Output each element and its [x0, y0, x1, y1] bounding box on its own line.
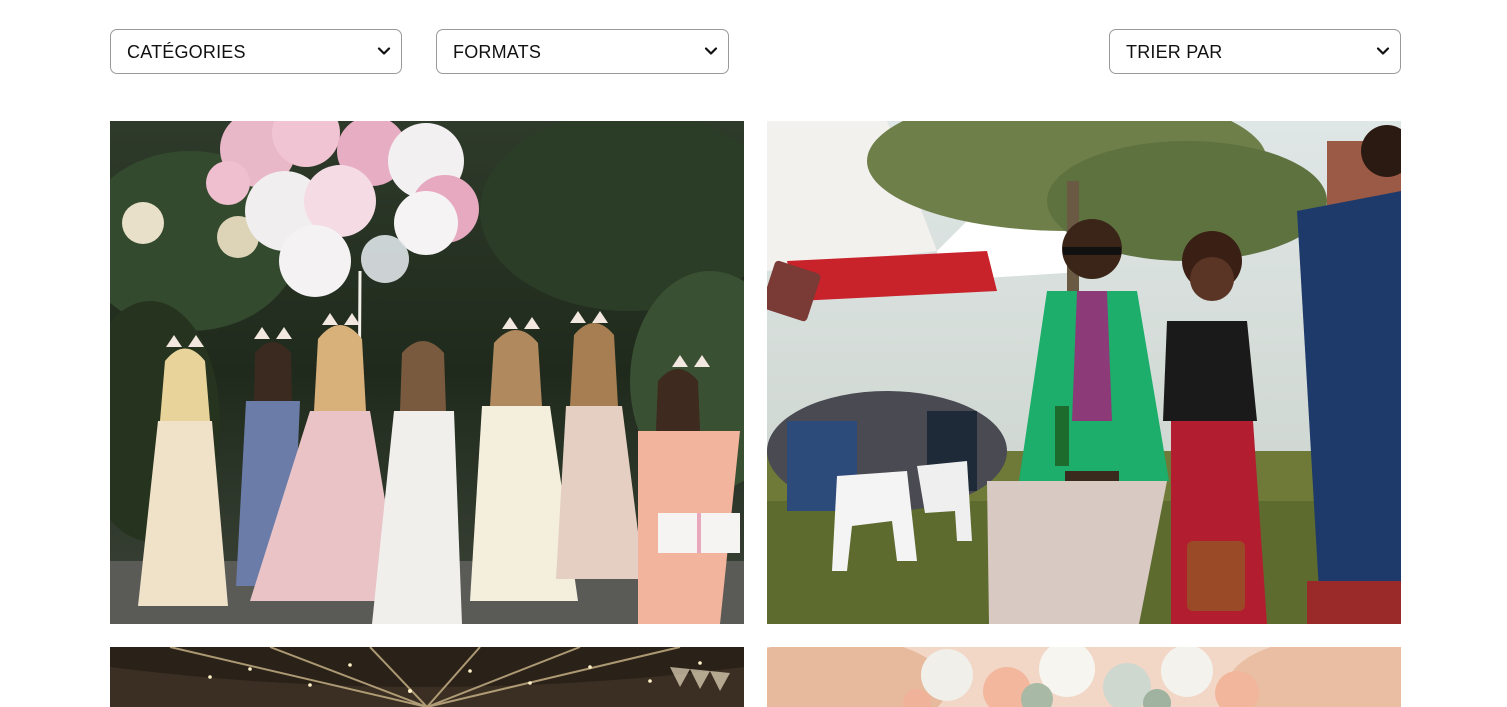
categories-select-label: CATÉGORIES	[127, 42, 246, 62]
gallery-card-garden-party[interactable]	[767, 121, 1401, 624]
garden-party-photo	[767, 121, 1401, 624]
chevron-down-icon	[377, 47, 391, 55]
formats-select[interactable]: FORMATS	[436, 29, 729, 74]
sort-select-label: TRIER PAR	[1126, 42, 1223, 62]
gallery-card-bridal-party[interactable]	[110, 121, 744, 624]
bridal-party-photo	[110, 121, 744, 624]
gallery-card-tent-interior[interactable]	[110, 647, 744, 707]
tent-interior-photo	[110, 647, 744, 707]
chevron-down-icon	[704, 47, 718, 55]
gallery-card-bouquet[interactable]	[767, 647, 1401, 707]
chevron-down-icon	[1376, 47, 1390, 55]
bouquet-photo	[767, 647, 1401, 707]
categories-select[interactable]: CATÉGORIES	[110, 29, 402, 74]
formats-select-label: FORMATS	[453, 42, 542, 62]
filter-bar: CATÉGORIES FORMATS TRIER PAR	[0, 29, 1507, 76]
sort-select[interactable]: TRIER PAR	[1109, 29, 1401, 74]
